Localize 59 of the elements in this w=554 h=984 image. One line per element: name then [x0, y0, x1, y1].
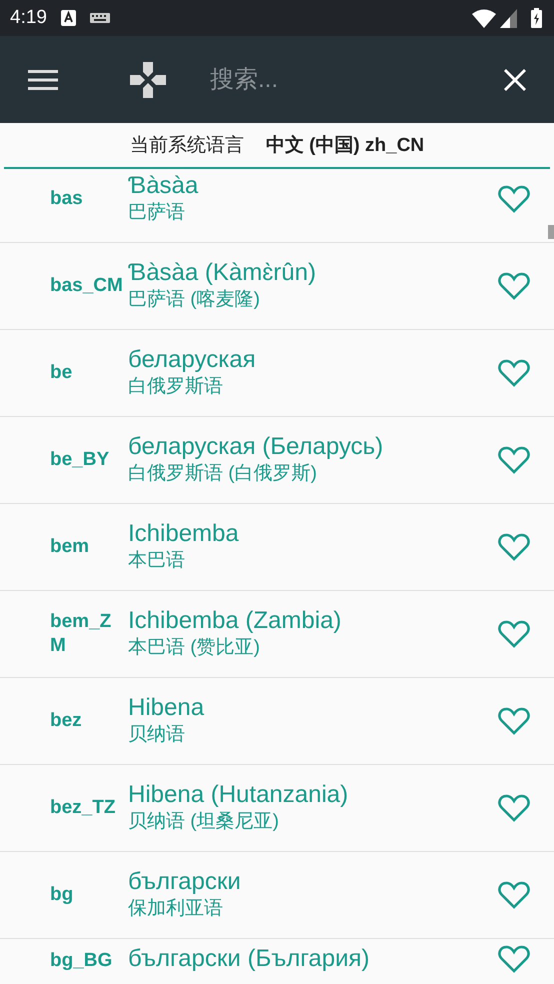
- close-icon[interactable]: [504, 68, 526, 90]
- language-code: bem: [50, 535, 90, 560]
- language-code: bg_BG: [50, 949, 114, 974]
- language-name: беларуская: [128, 346, 257, 374]
- language-name: Ɓàsàa (Kàmɛ̀rûn): [128, 259, 317, 288]
- search-field[interactable]: 搜索...: [210, 66, 484, 94]
- language-row[interactable]: bez Hibena 贝纳语: [0, 678, 554, 766]
- heart-icon[interactable]: [498, 272, 530, 300]
- language-name: Ichibemba (Zambia): [128, 607, 342, 636]
- language-code: bez_TZ: [50, 796, 116, 820]
- language-name: български (България): [128, 945, 371, 974]
- scrollbar: [548, 225, 554, 239]
- language-translation: 贝纳语 (坦桑尼亚): [128, 810, 280, 834]
- language-row[interactable]: bg_BG български (България): [0, 939, 554, 984]
- keyboard-icon: [90, 13, 110, 23]
- language-translation: 本巴语 (赞比亚): [128, 636, 261, 660]
- heart-icon[interactable]: [498, 794, 530, 822]
- keyboard-a-icon: [60, 10, 76, 26]
- language-code: be: [50, 361, 74, 386]
- language-code: be_BY: [50, 448, 110, 472]
- heart-icon[interactable]: [498, 945, 530, 974]
- language-translation: 巴萨语: [128, 201, 186, 226]
- language-code: bas: [50, 187, 84, 212]
- gamepad-icon: [130, 62, 166, 98]
- language-name: Hibena: [128, 694, 206, 722]
- language-name: Hibena (Hutanzania): [128, 781, 350, 810]
- current-language-label: 当前系统语言: [130, 134, 244, 158]
- language-code: bem_ZM: [50, 610, 112, 658]
- language-code: bas_CM: [50, 274, 124, 298]
- heart-icon[interactable]: [498, 707, 530, 736]
- language-name: Ɓàsàa: [128, 172, 200, 200]
- language-row[interactable]: bg български 保加利亚语: [0, 852, 554, 940]
- language-row[interactable]: bem_ZM Ichibemba (Zambia) 本巴语 (赞比亚): [0, 591, 554, 678]
- language-translation: 巴萨语 (喀麦隆): [128, 288, 261, 312]
- battery-icon: [531, 8, 542, 28]
- language-name: Ichibemba: [128, 520, 240, 548]
- heart-icon[interactable]: [498, 881, 530, 910]
- language-translation: 保加利亚语: [128, 897, 224, 922]
- current-language-value: 中文 (中国) zh_CN: [266, 134, 424, 158]
- heart-icon[interactable]: [498, 620, 530, 648]
- heart-icon[interactable]: [498, 359, 530, 388]
- heart-icon[interactable]: [498, 185, 530, 214]
- wifi-icon: [472, 8, 496, 28]
- language-row[interactable]: bem Ichibemba 本巴语: [0, 504, 554, 592]
- language-translation: 本巴语: [128, 549, 186, 574]
- language-code: bg: [50, 883, 74, 908]
- language-row[interactable]: bas Ɓàsàa 巴萨语: [0, 169, 554, 244]
- menu-icon[interactable]: [28, 68, 58, 90]
- language-name: беларуская (Беларусь): [128, 433, 384, 462]
- language-translation: 白俄罗斯语: [128, 375, 224, 400]
- language-name: български: [128, 868, 242, 896]
- heart-icon[interactable]: [498, 533, 530, 562]
- signal-icon: [500, 8, 517, 28]
- language-translation: 白俄罗斯语 (白俄罗斯): [128, 462, 318, 486]
- heart-icon[interactable]: [498, 446, 530, 474]
- language-row[interactable]: be беларуская 白俄罗斯语: [0, 330, 554, 418]
- language-translation: 贝纳语: [128, 723, 186, 748]
- language-code: bez: [50, 709, 83, 734]
- status-time: 4:19: [10, 7, 47, 29]
